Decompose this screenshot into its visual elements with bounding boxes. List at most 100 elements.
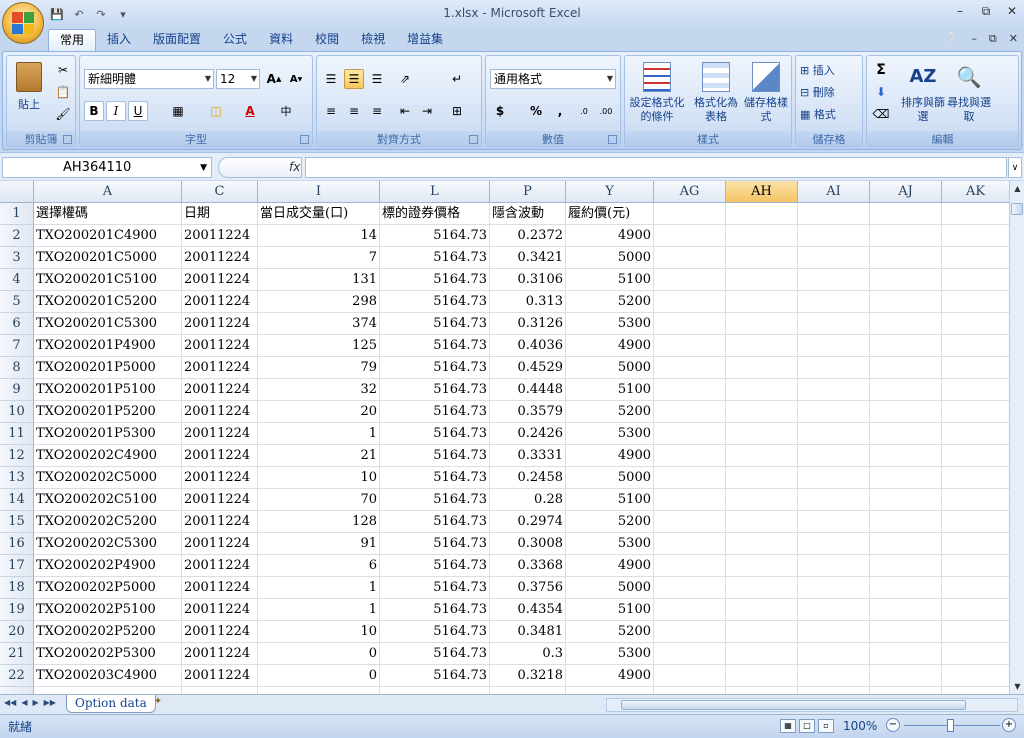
cell-y[interactable]: 5000 — [566, 357, 654, 379]
comma-icon[interactable]: , — [550, 101, 570, 121]
cell-i[interactable]: 70 — [258, 489, 380, 511]
row-header[interactable]: 4 — [0, 269, 34, 291]
cell-aj[interactable] — [870, 401, 942, 423]
cell-a[interactable]: TXO200202C5100 — [34, 489, 182, 511]
column-header-l[interactable]: L — [380, 181, 490, 203]
cell-ak[interactable] — [942, 379, 1009, 401]
cell-c[interactable]: 20011224 — [182, 467, 258, 489]
shrink-font-icon[interactable]: A ▼ — [286, 69, 306, 89]
cell-ai[interactable] — [798, 291, 870, 313]
cell-i[interactable]: 21 — [258, 445, 380, 467]
cell-aj[interactable] — [870, 511, 942, 533]
cell-ak[interactable] — [942, 335, 1009, 357]
cell-i[interactable]: 1 — [258, 577, 380, 599]
delete-cells-button[interactable]: ⊟ 刪除 — [800, 84, 835, 100]
column-header-ag[interactable]: AG — [654, 181, 726, 203]
cell-ai[interactable] — [798, 687, 870, 694]
cell-ai[interactable] — [798, 401, 870, 423]
cell-ah[interactable] — [726, 467, 798, 489]
cell-ag[interactable] — [654, 401, 726, 423]
cell-p[interactable]: 0.3368 — [490, 555, 566, 577]
cell-ai[interactable] — [798, 423, 870, 445]
row-header[interactable]: 22 — [0, 665, 34, 687]
cell-p[interactable]: 0.4529 — [490, 357, 566, 379]
cell-p[interactable]: 0.4448 — [490, 379, 566, 401]
cell-p[interactable]: 0.3579 — [490, 401, 566, 423]
cell-ah[interactable] — [726, 379, 798, 401]
cell-a[interactable]: TXO200201P5000 — [34, 357, 182, 379]
cell-p[interactable]: 0.2426 — [490, 423, 566, 445]
format-as-table-button[interactable]: 格式化為表格 — [691, 62, 741, 124]
cell-ai[interactable] — [798, 357, 870, 379]
cell-aj[interactable] — [870, 533, 942, 555]
cell-styles-button[interactable]: 儲存格樣式 — [743, 62, 789, 124]
cell-p[interactable]: 0.2458 — [490, 467, 566, 489]
increase-indent-icon[interactable]: ⇥ — [417, 101, 437, 121]
cell-a[interactable]: TXO200201P5200 — [34, 401, 182, 423]
cell-p[interactable] — [490, 687, 566, 694]
cell-c[interactable]: 20011224 — [182, 555, 258, 577]
clear-icon[interactable]: ⌫ — [871, 104, 891, 124]
cell-ah[interactable] — [726, 599, 798, 621]
cell-ag[interactable] — [654, 203, 726, 225]
cell-y[interactable]: 5200 — [566, 291, 654, 313]
cell-i[interactable]: 91 — [258, 533, 380, 555]
cell-y[interactable]: 5000 — [566, 247, 654, 269]
cell-l[interactable] — [380, 687, 490, 694]
cell-i[interactable]: 1 — [258, 423, 380, 445]
borders-icon[interactable]: ▦ — [168, 101, 188, 121]
cell-y[interactable]: 5100 — [566, 599, 654, 621]
workbook-restore-icon[interactable]: ⧉ — [989, 32, 997, 46]
cell-a[interactable]: TXO200201C5200 — [34, 291, 182, 313]
cell-y[interactable]: 4900 — [566, 335, 654, 357]
column-header-ak[interactable]: AK — [942, 181, 1009, 203]
cell-ah[interactable] — [726, 489, 798, 511]
cell-i[interactable]: 298 — [258, 291, 380, 313]
currency-icon[interactable]: $ — [490, 101, 510, 121]
cell-ak[interactable] — [942, 643, 1009, 665]
cell-ai[interactable] — [798, 555, 870, 577]
cell-ai[interactable] — [798, 269, 870, 291]
cell-i[interactable]: 125 — [258, 335, 380, 357]
cell-aj[interactable] — [870, 599, 942, 621]
scroll-up-icon[interactable]: ▲ — [1010, 181, 1024, 196]
cell-y[interactable]: 履約價(元) — [566, 203, 654, 225]
name-box[interactable]: AH364110 ▼ — [2, 157, 212, 178]
cell-c[interactable]: 20011224 — [182, 423, 258, 445]
zoom-level[interactable]: 100% — [843, 719, 877, 733]
cell-ak[interactable] — [942, 467, 1009, 489]
row-header[interactable]: 20 — [0, 621, 34, 643]
cell-aj[interactable] — [870, 555, 942, 577]
close-icon[interactable]: ✕ — [1004, 4, 1020, 18]
cell-a[interactable]: TXO200201C5300 — [34, 313, 182, 335]
cell-y[interactable]: 4900 — [566, 665, 654, 687]
cell-ah[interactable] — [726, 291, 798, 313]
cell-c[interactable]: 20011224 — [182, 489, 258, 511]
align-center-icon[interactable]: ≡ — [344, 101, 364, 121]
cell-ah[interactable] — [726, 247, 798, 269]
cell-c[interactable]: 20011224 — [182, 379, 258, 401]
minimize-icon[interactable]: – — [952, 4, 968, 18]
prev-sheet-icon[interactable]: ◀ — [21, 698, 27, 707]
cell-ah[interactable] — [726, 335, 798, 357]
cell-ak[interactable] — [942, 203, 1009, 225]
row-header[interactable]: 16 — [0, 533, 34, 555]
cell-aj[interactable] — [870, 203, 942, 225]
cell-ai[interactable] — [798, 225, 870, 247]
column-header-p[interactable]: P — [490, 181, 566, 203]
cell-ag[interactable] — [654, 489, 726, 511]
cell-c[interactable] — [182, 687, 258, 694]
column-header-aj[interactable]: AJ — [870, 181, 942, 203]
tab-review[interactable]: 校閱 — [304, 29, 350, 51]
cell-ag[interactable] — [654, 313, 726, 335]
cell-p[interactable]: 0.3421 — [490, 247, 566, 269]
cell-aj[interactable] — [870, 687, 942, 694]
tab-page-layout[interactable]: 版面配置 — [142, 29, 212, 51]
cell-p[interactable]: 0.3 — [490, 643, 566, 665]
cell-a[interactable]: TXO200201P5300 — [34, 423, 182, 445]
cell-y[interactable] — [566, 687, 654, 694]
decrease-decimal-icon[interactable]: .00 — [596, 101, 616, 121]
cell-p[interactable]: 0.3331 — [490, 445, 566, 467]
cell-i[interactable]: 374 — [258, 313, 380, 335]
cell-p[interactable]: 0.4036 — [490, 335, 566, 357]
